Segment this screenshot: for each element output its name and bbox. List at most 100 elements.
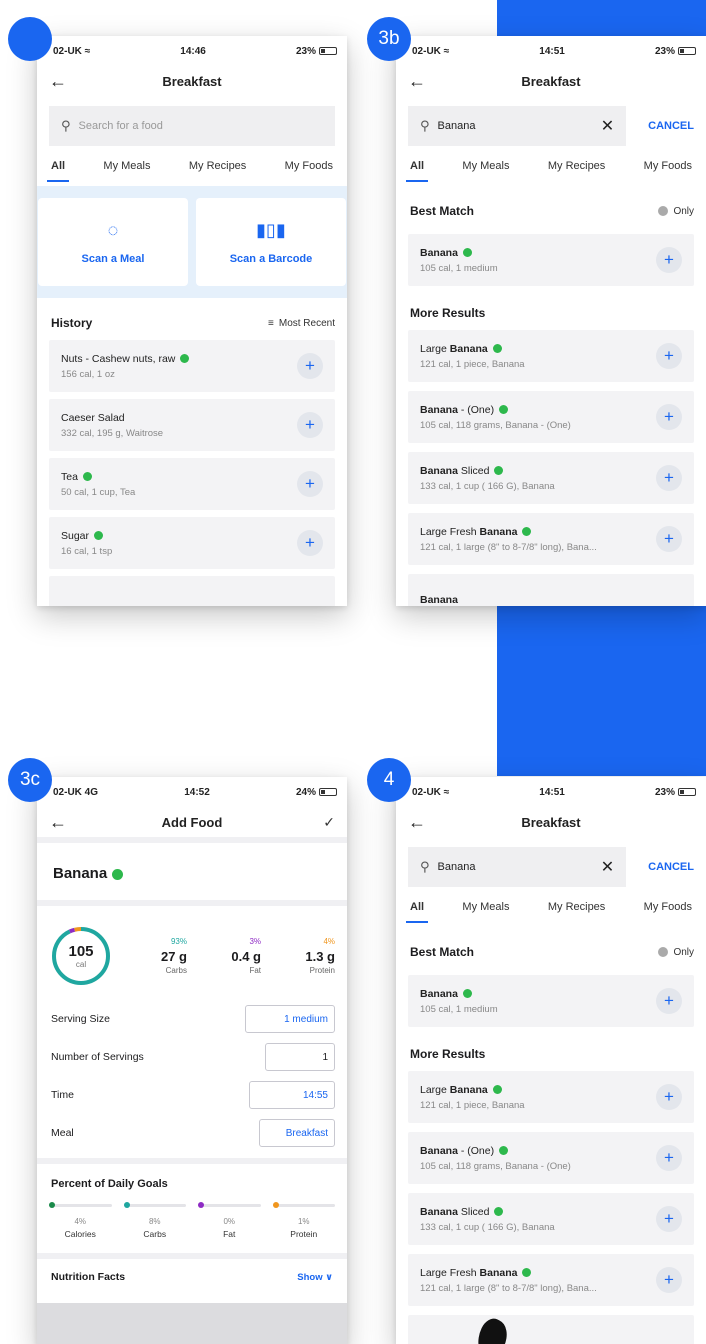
only-label: Only [673, 946, 694, 958]
macro-pct: 93% [170, 937, 187, 946]
add-food-button[interactable]: + [656, 1267, 682, 1293]
time-select[interactable]: 14:55 [249, 1081, 335, 1109]
goal-label: Protein [290, 1229, 318, 1239]
shield-icon [658, 947, 669, 957]
food-details: 133 cal, 1 cup ( 166 G), Banana [420, 480, 555, 492]
servings-input[interactable]: 1 [265, 1043, 335, 1071]
back-arrow-icon[interactable]: ← [49, 812, 69, 833]
list-item[interactable]: Sugar 16 cal, 1 tsp + [49, 517, 335, 569]
search-input[interactable]: ⚲ Banana ✕ [408, 847, 627, 887]
show-nutrition-button[interactable]: Show ∨ [297, 1272, 333, 1283]
list-item[interactable]: Large Banana 121 cal, 1 piece, Banana + [408, 1071, 694, 1123]
add-food-button[interactable]: + [297, 353, 323, 379]
verified-icon [522, 527, 532, 537]
goal-bar [49, 1202, 112, 1208]
scan-barcode-button[interactable]: ▮▯▮ Scan a Barcode [196, 198, 346, 286]
list-item[interactable] [408, 1314, 694, 1344]
list-item[interactable]: Banana Sliced 133 cal, 1 cup ( 166 G), B… [408, 452, 694, 504]
list-item[interactable] [49, 576, 335, 606]
tab-all[interactable]: All [405, 901, 429, 923]
tab-my-meals[interactable]: My Meals [462, 160, 509, 182]
cancel-button[interactable]: CANCEL [626, 120, 694, 132]
add-food-button[interactable]: + [656, 1145, 682, 1171]
tab-my-foods[interactable]: My Foods [644, 901, 692, 923]
cancel-button[interactable]: CANCEL [626, 861, 694, 873]
add-food-button[interactable]: + [297, 530, 323, 556]
list-item[interactable]: Banana 105 cal, 1 medium + [408, 975, 694, 1027]
add-food-button[interactable]: + [656, 988, 682, 1014]
tab-my-meals[interactable]: My Meals [103, 160, 150, 182]
verified-icon [494, 1207, 504, 1217]
food-details: 50 cal, 1 cup, Tea [61, 486, 136, 498]
page-title: Breakfast [521, 73, 581, 89]
list-item[interactable]: Nuts - Cashew nuts, raw 156 cal, 1 oz + [49, 340, 335, 392]
tab-all[interactable]: All [405, 160, 429, 182]
list-item[interactable]: Large Fresh Banana 121 cal, 1 large (8" … [408, 513, 694, 565]
goal-pct: 1% [297, 1217, 310, 1226]
add-food-button[interactable]: + [656, 465, 682, 491]
search-value: Banana [437, 120, 476, 132]
add-food-button[interactable]: + [297, 471, 323, 497]
more-results-list: Large Banana 121 cal, 1 piece, Banana + … [396, 330, 706, 606]
tab-all[interactable]: All [46, 160, 70, 182]
confirm-check-icon[interactable]: ✓ [315, 814, 335, 831]
serving-size-select[interactable]: 1 medium [245, 1005, 335, 1033]
list-item[interactable]: Banana Sliced 133 cal, 1 cup ( 166 G), B… [408, 1193, 694, 1245]
calorie-value: 105 [68, 943, 94, 960]
add-food-button[interactable]: + [656, 526, 682, 552]
scan-barcode-label: Scan a Barcode [229, 252, 313, 265]
list-item[interactable]: Banana - (One) 105 cal, 118 grams, Banan… [408, 391, 694, 443]
list-item[interactable]: Banana 105 cal, 1 medium + [408, 234, 694, 286]
food-name: Tea [61, 471, 291, 483]
clear-search-icon[interactable]: ✕ [601, 116, 614, 136]
back-arrow-icon[interactable]: ← [408, 812, 428, 833]
list-item[interactable]: Tea 50 cal, 1 cup, Tea + [49, 458, 335, 510]
goal-dot [49, 1202, 55, 1208]
nav-bar: ← Breakfast [396, 807, 706, 837]
list-item[interactable]: Banana [408, 574, 694, 606]
meal-select[interactable]: Breakfast [259, 1119, 335, 1147]
add-food-button[interactable]: + [656, 404, 682, 430]
macro-summary: 105 cal 93% 27 g Carbs 3% 0.4 g Fat 4% 1… [37, 906, 347, 1000]
add-food-button[interactable]: + [656, 1084, 682, 1110]
scan-meal-button[interactable]: ◌ Scan a Meal [38, 198, 188, 286]
list-item[interactable]: Banana - (One) 105 cal, 118 grams, Banan… [408, 1132, 694, 1184]
carrier-label: 02-UK ≈ [53, 45, 91, 57]
tab-my-recipes[interactable]: My Recipes [548, 901, 605, 923]
back-arrow-icon[interactable]: ← [408, 71, 428, 92]
nav-bar: ← Add Food ✓ [37, 807, 347, 843]
search-input[interactable]: ⚲ Banana ✕ [408, 106, 627, 146]
add-food-button[interactable]: + [297, 412, 323, 438]
verified-icon [180, 354, 190, 364]
food-name: Banana - (One) [420, 1145, 650, 1157]
tab-my-meals[interactable]: My Meals [462, 901, 509, 923]
list-item[interactable]: Large Fresh Banana 121 cal, 1 large (8" … [408, 1254, 694, 1306]
search-input[interactable]: ⚲ Search for a food [49, 106, 335, 146]
camera-apple-icon: ◌ [107, 219, 119, 240]
add-food-button[interactable]: + [656, 343, 682, 369]
clear-search-icon[interactable]: ✕ [601, 857, 614, 877]
add-food-button[interactable]: + [656, 247, 682, 273]
goal-dot [123, 1202, 130, 1208]
list-item[interactable]: Caeser Salad 332 cal, 195 g, Waitrose + [49, 399, 335, 451]
nutrition-facts-row[interactable]: Nutrition Facts Show ∨ [37, 1253, 347, 1295]
food-details: 121 cal, 1 piece, Banana [420, 1099, 525, 1111]
tab-my-recipes[interactable]: My Recipes [548, 160, 605, 182]
macro-fat: 3% 0.4 g Fat [187, 937, 261, 975]
row-label: Number of Servings [51, 1051, 144, 1063]
macro-pct: 3% [249, 937, 261, 946]
goal-fat: 0% Fat [198, 1202, 261, 1239]
daily-goals: 4% Calories 8% Carbs 0% Fat 1% Protein [37, 1200, 347, 1239]
food-name: Sugar [61, 530, 291, 542]
only-verified-toggle[interactable]: Only [658, 947, 694, 958]
sort-button[interactable]: ≡ Most Recent [268, 318, 335, 329]
list-item[interactable]: Large Banana 121 cal, 1 piece, Banana + [408, 330, 694, 382]
back-arrow-icon[interactable]: ← [49, 71, 69, 92]
tab-my-recipes[interactable]: My Recipes [189, 160, 246, 182]
tab-my-foods[interactable]: My Foods [285, 160, 333, 182]
add-food-button[interactable]: + [656, 1206, 682, 1232]
macro-value: 0.4 g [231, 949, 261, 964]
tab-my-foods[interactable]: My Foods [644, 160, 692, 182]
search-icon: ⚲ [420, 118, 430, 133]
only-verified-toggle[interactable]: Only [658, 206, 694, 217]
